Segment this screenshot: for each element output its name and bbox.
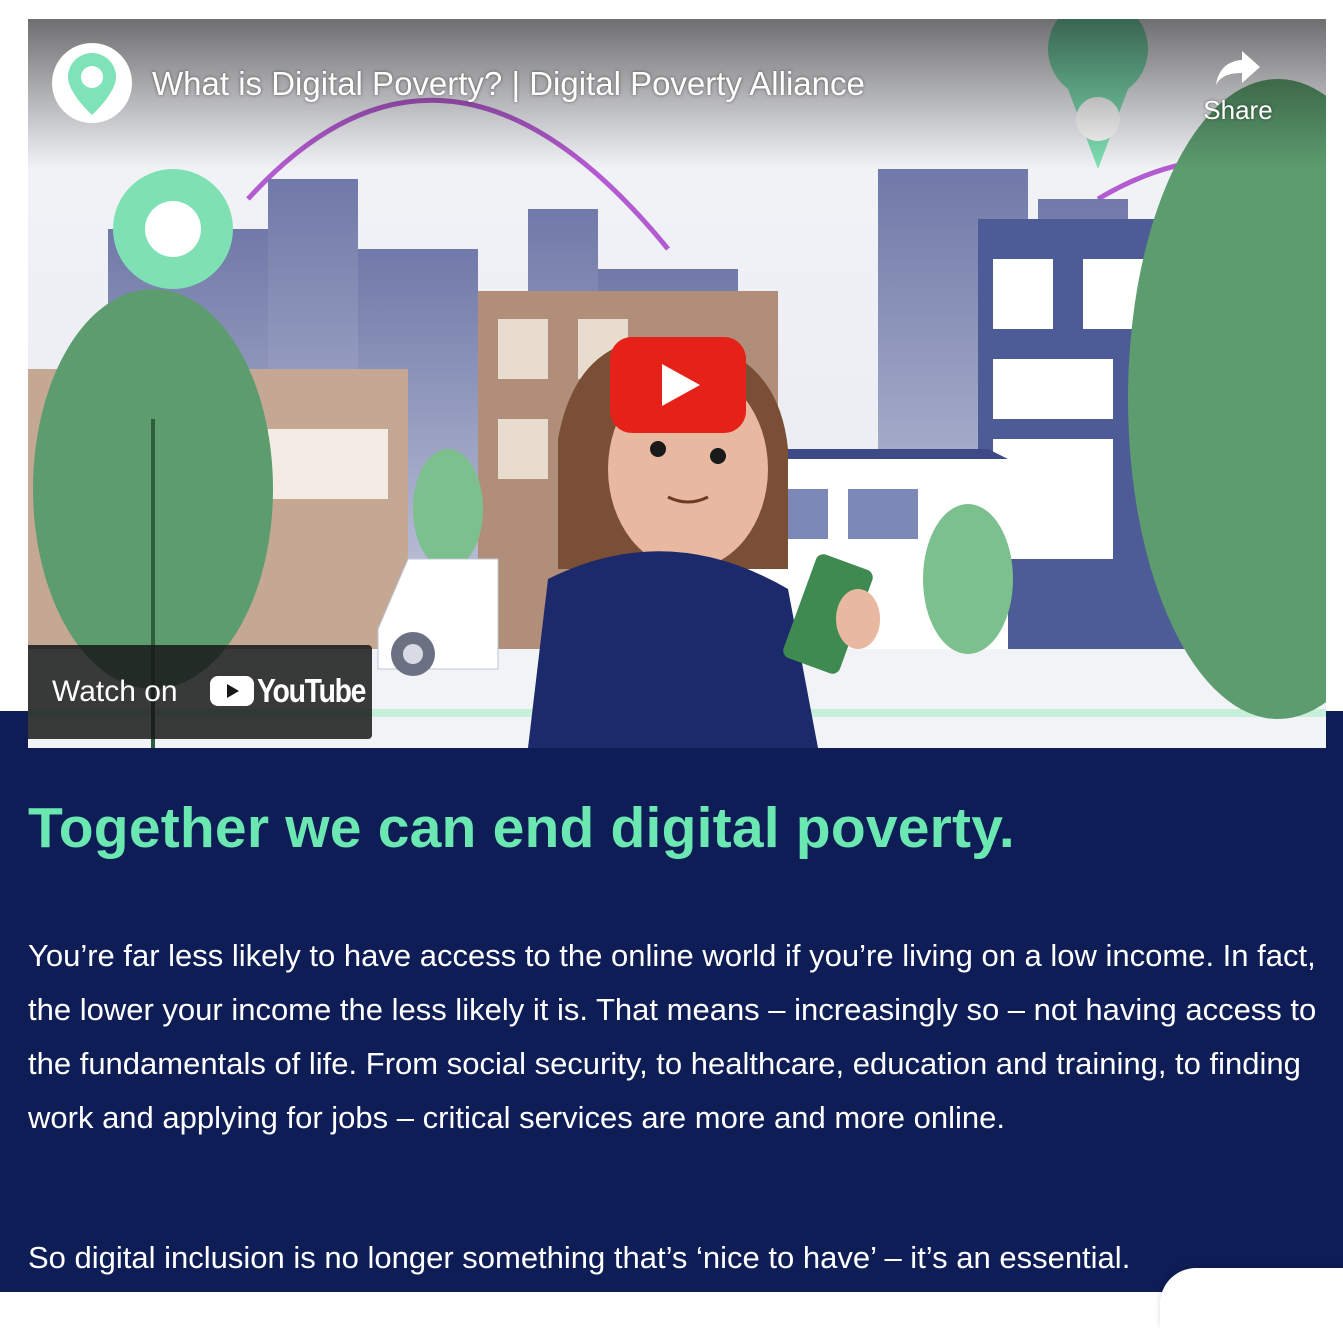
youtube-embed[interactable]: What is Digital Poverty? | Digital Pover… bbox=[28, 19, 1326, 748]
watch-on-label: Watch on bbox=[52, 675, 178, 708]
share-label: Share bbox=[1203, 95, 1273, 125]
section-heading: Together we can end digital poverty. bbox=[28, 796, 1015, 860]
floating-card-edge bbox=[1160, 1268, 1343, 1328]
watch-on-youtube-button[interactable]: Watch on YouTube bbox=[28, 645, 372, 739]
share-arrow-icon bbox=[1216, 51, 1260, 85]
body-paragraph-2: So digital inclusion is no longer someth… bbox=[28, 1240, 1131, 1275]
body-paragraph-1: You’re far less likely to have access to… bbox=[28, 938, 1317, 1135]
map-pin-icon bbox=[68, 53, 116, 115]
youtube-wordmark: YouTube bbox=[257, 672, 366, 709]
video-title[interactable]: What is Digital Poverty? | Digital Pover… bbox=[152, 63, 1152, 105]
play-button[interactable] bbox=[610, 337, 746, 433]
share-button[interactable]: Share bbox=[1188, 47, 1288, 147]
youtube-logo-icon bbox=[210, 676, 254, 706]
channel-avatar[interactable] bbox=[52, 43, 132, 123]
